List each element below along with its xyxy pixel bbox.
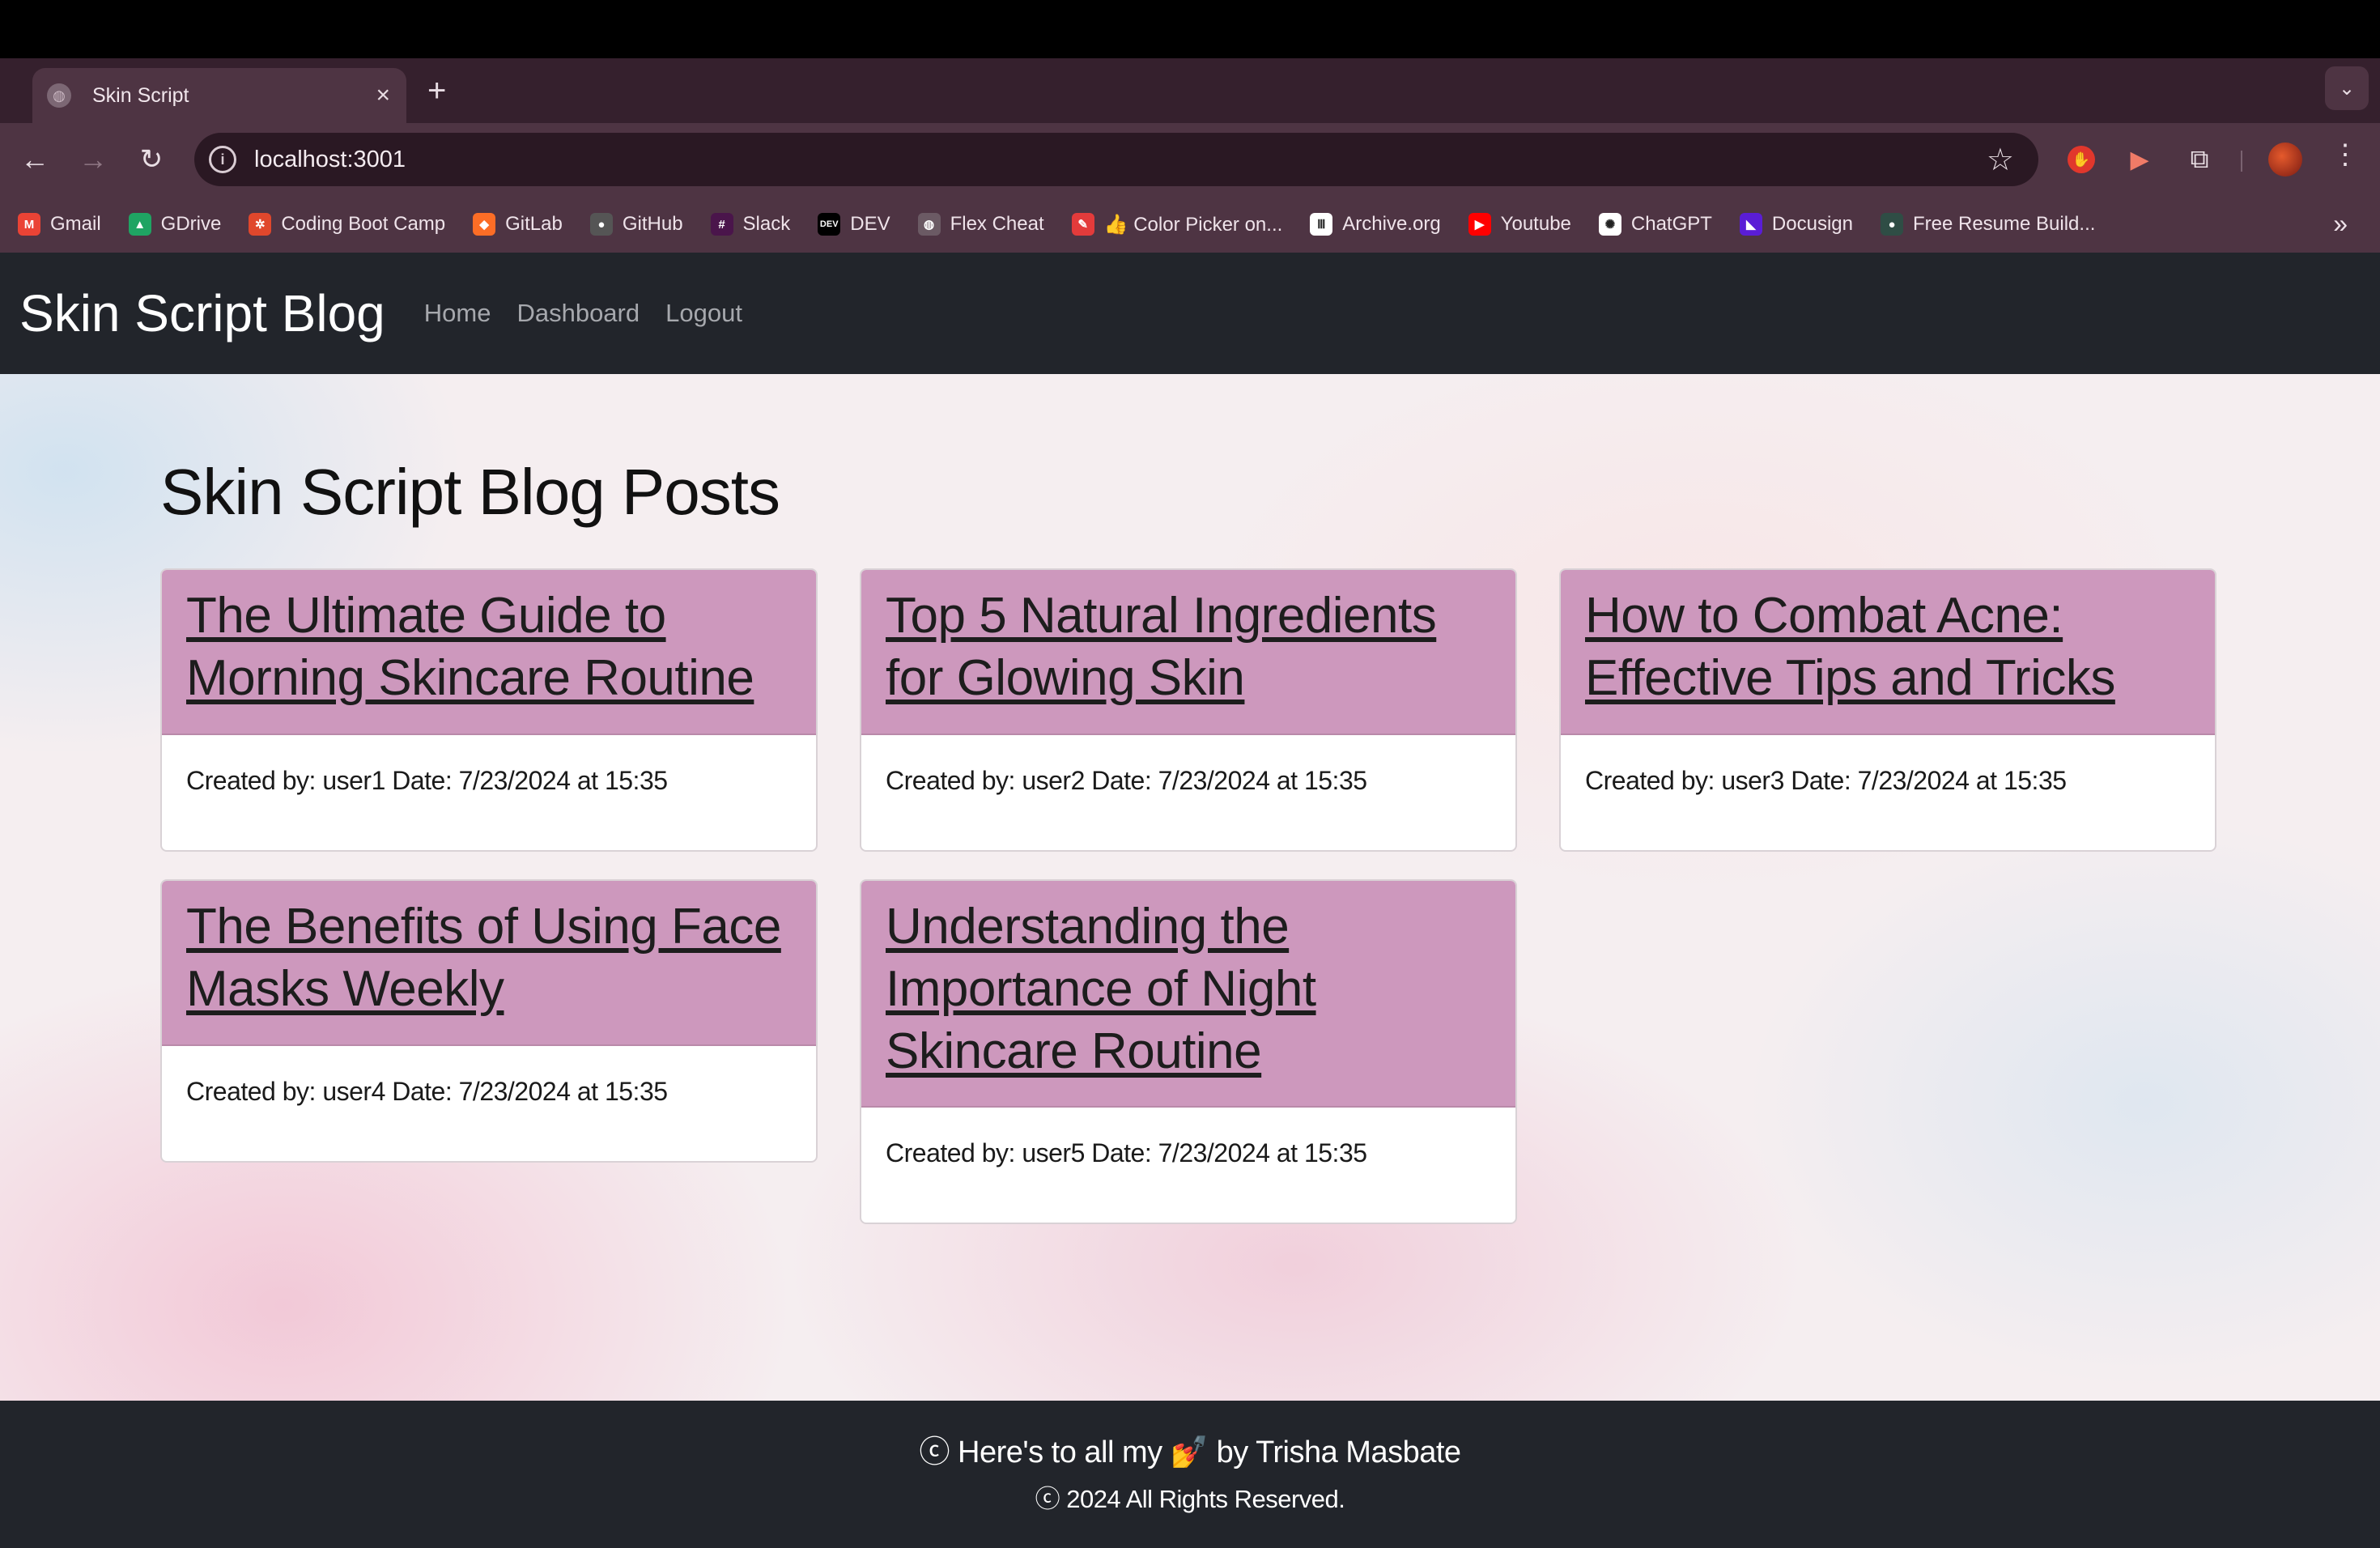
profile-avatar[interactable]	[2268, 142, 2302, 176]
post-meta: Created by: user4 Date: 7/23/2024 at 15:…	[186, 1077, 668, 1106]
bookmark-label: Coding Boot Camp	[281, 213, 446, 235]
bookmark-resume[interactable]: ● Free Resume Build...	[1880, 213, 2096, 236]
bookmark-label: GitLab	[505, 213, 563, 235]
gmail-icon: M	[18, 213, 40, 236]
address-bar[interactable]: i localhost:3001 ☆	[194, 133, 2038, 186]
post-card: The Benefits of Using Face Masks Weekly …	[160, 879, 818, 1163]
screen-top-bar	[0, 0, 2380, 58]
bookmark-label: ChatGPT	[1630, 213, 1712, 235]
browser-tab[interactable]: ◍ Skin Script ×	[32, 68, 406, 123]
bookmark-docusign[interactable]: ◣ Docusign	[1739, 213, 1853, 236]
extensions-puzzle-icon[interactable]: ⧉	[2182, 142, 2216, 176]
bookmark-label: Flex Cheat	[950, 213, 1044, 235]
youtube-icon: ▶	[1468, 213, 1491, 236]
post-card: Top 5 Natural Ingredients for Glowing Sk…	[860, 568, 1517, 852]
bookmark-label: Slack	[742, 213, 791, 235]
gdrive-icon: ▲	[128, 213, 151, 236]
back-button[interactable]: ←	[15, 139, 55, 180]
browser-toolbar: ← → ↻ i localhost:3001 ☆ ✋ ▶ ⧉ ⋮	[0, 123, 2380, 196]
bookmark-label: Youtube	[1500, 213, 1571, 235]
post-card-header: Understanding the Importance of Night Sk…	[861, 881, 1515, 1108]
bookmark-label: Gmail	[50, 213, 101, 235]
site-info-icon[interactable]: i	[209, 146, 236, 173]
close-icon[interactable]: ×	[376, 83, 390, 108]
bookmark-slack[interactable]: # Slack	[710, 213, 791, 236]
bookmark-dev[interactable]: DEV DEV	[818, 213, 890, 236]
post-card: The Ultimate Guide to Morning Skincare R…	[160, 568, 818, 852]
bookmark-label: GitHub	[622, 213, 683, 235]
globe-icon: ◍	[47, 83, 71, 108]
slack-icon: #	[710, 213, 733, 236]
post-card-header: The Benefits of Using Face Masks Weekly	[162, 881, 816, 1046]
bookmark-star-icon[interactable]: ☆	[1987, 142, 2014, 178]
more-bookmarks-icon[interactable]: »	[2333, 209, 2348, 239]
post-card-header: How to Combat Acne: Effective Tips and T…	[1561, 570, 2215, 735]
browser-menu-icon[interactable]: ⋮	[2331, 141, 2359, 168]
reload-button[interactable]: ↻	[131, 139, 172, 180]
bookmark-label: Docusign	[1771, 213, 1853, 235]
forward-button[interactable]: →	[73, 139, 113, 180]
bookmark-github[interactable]: ● GitHub	[589, 213, 683, 236]
bookmark-chatgpt[interactable]: ✺ ChatGPT	[1598, 213, 1712, 236]
bookmark-globe[interactable]: ◍ Flex Cheat	[917, 213, 1044, 236]
tab-title: Skin Script	[92, 83, 189, 107]
chatgpt-icon: ✺	[1598, 213, 1621, 236]
post-meta: Created by: user1 Date: 7/23/2024 at 15:…	[186, 766, 668, 795]
bookmark-color-picker[interactable]: ✎ 👍 Color Picker on...	[1071, 213, 1283, 236]
tab-strip: ◍ Skin Script × + ⌄	[0, 58, 2380, 123]
new-tab-button[interactable]: +	[427, 74, 446, 107]
dev-icon: DEV	[818, 213, 841, 236]
bookmark-label: Free Resume Build...	[1912, 213, 2096, 235]
bookmark-youtube[interactable]: ▶ Youtube	[1468, 213, 1571, 236]
post-title-link[interactable]: The Ultimate Guide to Morning Skincare R…	[186, 585, 792, 709]
bookmark-label: 👍 Color Picker on...	[1103, 213, 1283, 236]
bookmark-gmail[interactable]: M Gmail	[18, 213, 101, 236]
site-footer: ⓒ Here's to all my 💅 by Trisha Masbate ⓒ…	[0, 1401, 2380, 1548]
bookmark-label: DEV	[850, 213, 890, 235]
page-title: Skin Script Blog Posts	[160, 456, 780, 528]
docusign-icon: ◣	[1739, 213, 1762, 236]
post-meta: Created by: user2 Date: 7/23/2024 at 15:…	[886, 766, 1367, 795]
post-meta: Created by: user5 Date: 7/23/2024 at 15:…	[886, 1138, 1367, 1167]
site-navbar: Skin Script Blog Home Dashboard Logout	[0, 253, 2380, 374]
globe-icon: ◍	[917, 213, 941, 236]
post-title-link[interactable]: Top 5 Natural Ingredients for Glowing Sk…	[886, 585, 1491, 709]
archive-icon: Ⅲ	[1310, 213, 1333, 236]
url-text[interactable]: localhost:3001	[254, 147, 1987, 173]
bookmark-gitlab[interactable]: ◆ GitLab	[473, 213, 563, 236]
extension-recorder-icon[interactable]: ▶	[2123, 142, 2157, 176]
post-meta: Created by: user3 Date: 7/23/2024 at 15:…	[1585, 766, 2067, 795]
toolbar-divider	[2241, 151, 2242, 172]
github-icon: ●	[589, 213, 613, 236]
post-card-header: Top 5 Natural Ingredients for Glowing Sk…	[861, 570, 1515, 735]
post-title-link[interactable]: How to Combat Acne: Effective Tips and T…	[1585, 585, 2191, 709]
tab-search-button[interactable]: ⌄	[2325, 66, 2369, 110]
post-card: How to Combat Acne: Effective Tips and T…	[1559, 568, 2216, 852]
bookmark-label: GDrive	[160, 213, 222, 235]
post-card: Understanding the Importance of Night Sk…	[860, 879, 1517, 1224]
footer-copyright: ⓒ 2024 All Rights Reserved.	[1035, 1485, 1345, 1513]
bookmarks-bar: M Gmail ▲ GDrive ✲ Coding Boot Camp ◆ GitLab ● Gi…	[0, 196, 2380, 253]
bookmark-label: Archive.org	[1342, 213, 1441, 235]
footer-credit: ⓒ Here's to all my 💅 by Trisha Masbate	[919, 1435, 1461, 1469]
gitlab-icon: ◆	[473, 213, 496, 236]
site-brand[interactable]: Skin Script Blog	[19, 283, 385, 343]
post-card-header: The Ultimate Guide to Morning Skincare R…	[162, 570, 816, 735]
nav-home-link[interactable]: Home	[424, 299, 491, 328]
bookmark-archive[interactable]: Ⅲ Archive.org	[1310, 213, 1441, 236]
post-title-link[interactable]: Understanding the Importance of Night Sk…	[886, 895, 1491, 1082]
extension-adblock-icon[interactable]: ✋	[2068, 146, 2095, 173]
bootcamp-icon: ✲	[249, 213, 272, 236]
bookmark-gdrive[interactable]: ▲ GDrive	[128, 213, 222, 236]
post-title-link[interactable]: The Benefits of Using Face Masks Weekly	[186, 895, 792, 1020]
nav-dashboard-link[interactable]: Dashboard	[516, 299, 640, 328]
bookmark-bootcamp[interactable]: ✲ Coding Boot Camp	[249, 213, 445, 236]
main-content: Skin Script Blog Posts The Ultimate Guid…	[0, 374, 2380, 1401]
resume-icon: ●	[1880, 213, 1903, 236]
nav-logout-link[interactable]: Logout	[665, 299, 742, 328]
color-picker-icon: ✎	[1071, 213, 1094, 236]
